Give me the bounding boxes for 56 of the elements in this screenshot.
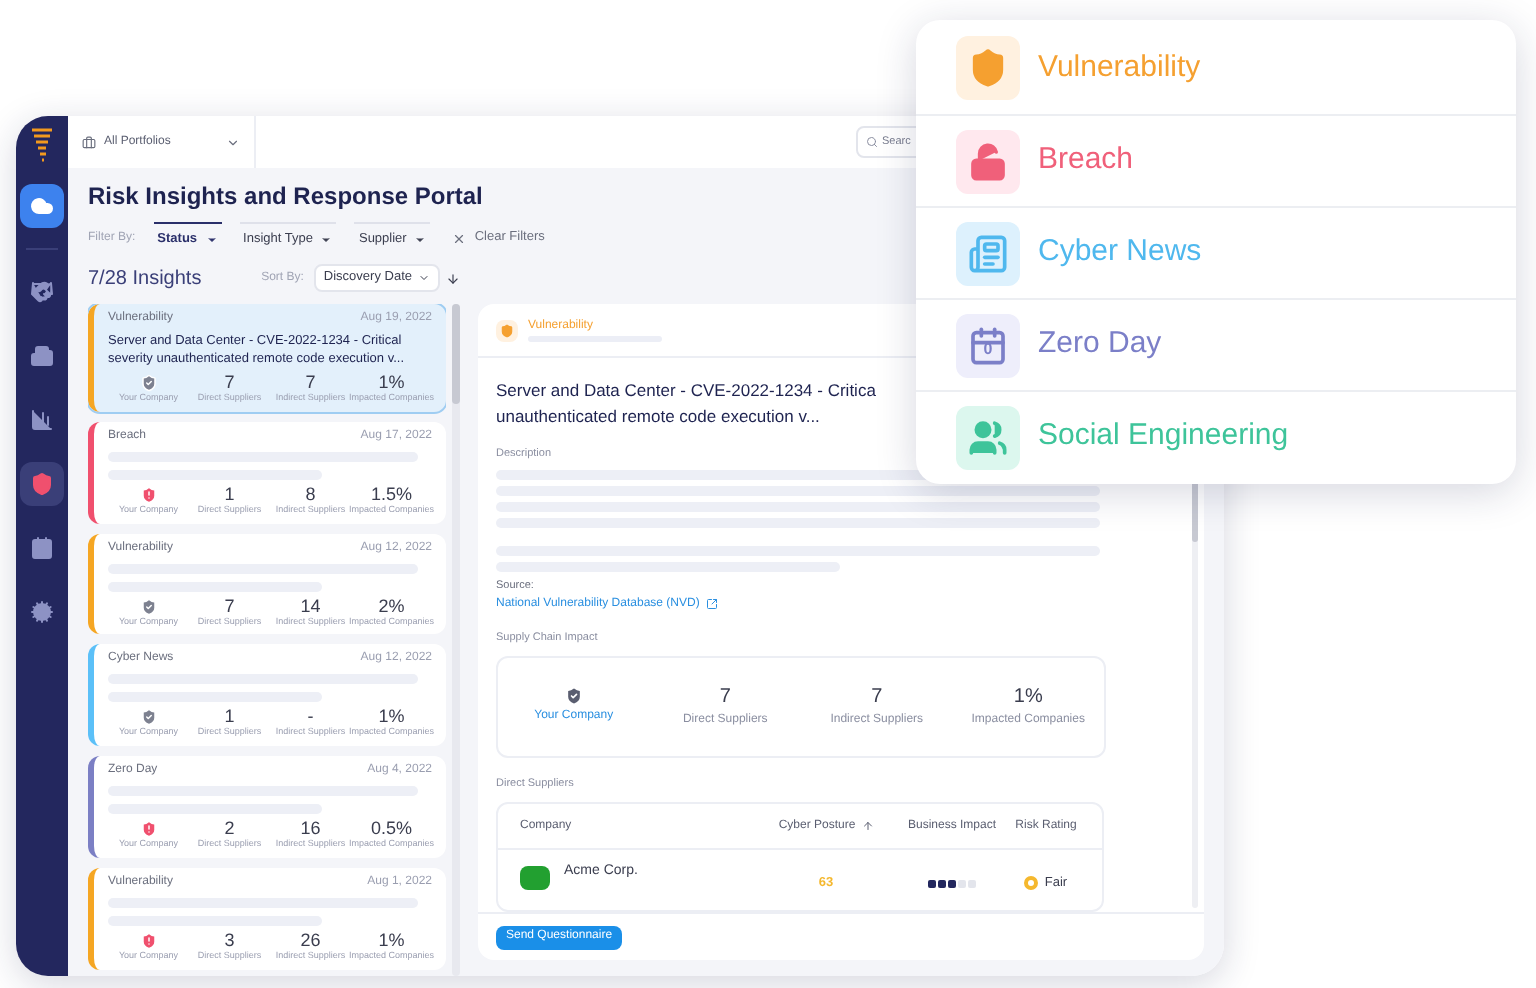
logo-icon (30, 128, 54, 164)
close-icon (452, 231, 467, 245)
detail-title: Server and Data Center - CVE-2022-1234 - Critica (496, 378, 876, 404)
external-link-icon[interactable] (705, 598, 718, 610)
newspaper-icon (956, 221, 1020, 285)
stat-value: 7 (224, 372, 235, 392)
stat-value: 1% (378, 929, 405, 950)
stat-value: 2% (378, 595, 405, 615)
caret-icon (414, 233, 427, 245)
page-title: Risk Insights and Response Portal (88, 182, 485, 212)
stat-value: 1% (378, 706, 405, 727)
chevron-icon (226, 135, 240, 149)
menu-item-label: Zero Day (1038, 324, 1162, 365)
shield-check-icon (563, 686, 584, 707)
stat-value: 1% (1013, 684, 1043, 713)
caret-icon (320, 233, 333, 245)
stat-value: 8 (305, 483, 316, 504)
menu-item-label: Cyber News (1038, 232, 1202, 273)
stat-value: 16 (300, 818, 321, 838)
stat-value: 1 (224, 483, 235, 504)
menu-item-label: Social Engineering (1038, 416, 1289, 457)
insights-count: 7/28 Insights (88, 265, 202, 293)
stat-value: 7 (871, 684, 883, 713)
stat-value: 7 (305, 372, 316, 392)
stat-value: 7 (719, 684, 731, 713)
stat-value: 3 (224, 929, 235, 950)
people-icon (956, 405, 1020, 469)
stat-value: 14 (300, 595, 321, 615)
stat-value: 26 (300, 929, 321, 950)
stat-value: - (307, 706, 314, 727)
calendar-icon (30, 536, 54, 560)
shield-icon (956, 36, 1020, 100)
vulnerability-icon (496, 319, 518, 341)
menu-item-label: Breach (1038, 140, 1134, 181)
stat-value: 0.5% (370, 818, 412, 838)
briefcase-icon (82, 135, 96, 149)
stat-value: 1.5% (370, 483, 412, 504)
detail-title: unauthenticated remote code execution v... (496, 404, 820, 430)
sort-arrow-icon[interactable] (861, 820, 874, 832)
home-button[interactable] (20, 184, 64, 228)
menu-item-label: Vulnerability (1038, 47, 1201, 88)
cloud-icon (30, 194, 54, 218)
stat-value: 1% (378, 372, 405, 392)
chevron-icon (418, 272, 430, 284)
nav-item[interactable] (20, 462, 64, 506)
insight-card[interactable] (88, 304, 446, 412)
company-logo (520, 865, 550, 890)
stat-value: 2 (224, 818, 235, 838)
stat-value: 1 (224, 706, 235, 727)
shield-icon (30, 472, 54, 496)
open-lock-icon (956, 129, 1020, 193)
sort-direction-icon[interactable] (446, 271, 460, 285)
search-icon (866, 136, 878, 148)
caret-icon (205, 233, 218, 245)
stat-value: 7 (224, 595, 235, 615)
rating-ring-icon (1024, 876, 1039, 891)
